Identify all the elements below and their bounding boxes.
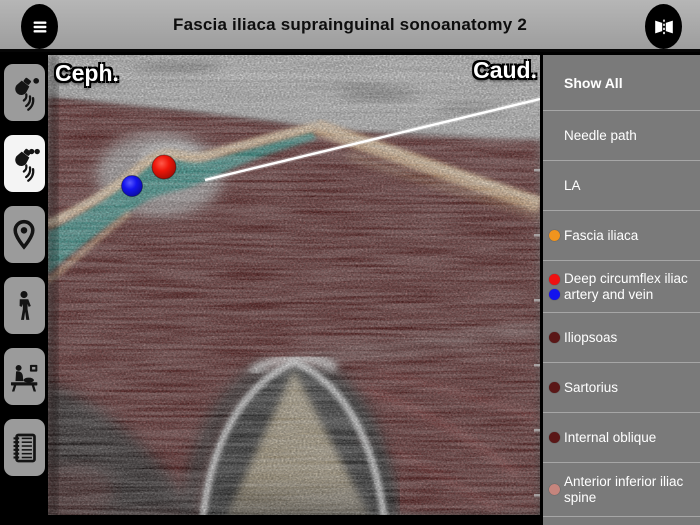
layer-color-dot bbox=[549, 273, 560, 285]
layer-dots bbox=[549, 230, 564, 241]
layer-color-dot bbox=[549, 382, 560, 393]
ultrasound-image: Ceph. Caud. bbox=[48, 55, 540, 525]
menu-item-internal-oblique[interactable]: Internal oblique bbox=[543, 412, 700, 462]
patient-exam-scene-icon bbox=[10, 364, 38, 391]
flip-image-button[interactable] bbox=[645, 4, 682, 49]
menu-item-label: LA bbox=[564, 177, 581, 193]
toolbar-probe-view-2-button[interactable] bbox=[3, 135, 45, 192]
flip-horizontal-icon bbox=[654, 19, 673, 34]
layer-dots bbox=[549, 332, 564, 343]
toolbar-notes-button[interactable] bbox=[3, 419, 45, 476]
toolbar-probe-view-1-button[interactable] bbox=[3, 64, 45, 121]
menu-item-sartorius[interactable]: Sartorius bbox=[543, 362, 700, 412]
menu-item-iliopsoas[interactable]: Iliopsoas bbox=[543, 312, 700, 362]
notebook-icon bbox=[13, 433, 36, 462]
left-toolbar bbox=[0, 55, 48, 525]
menu-item-label: Sartorius bbox=[564, 379, 619, 395]
menu-item-label: Fascia iliaca bbox=[564, 227, 639, 243]
ultrasound-probe-two-dots-icon bbox=[15, 148, 40, 182]
menu-item-la[interactable]: LA bbox=[543, 160, 700, 210]
layer-dots bbox=[549, 382, 564, 393]
human-body-icon bbox=[19, 290, 31, 320]
ultrasound-canvas bbox=[48, 55, 540, 515]
menu-item-label: Show All bbox=[564, 74, 623, 91]
layer-dots bbox=[549, 273, 564, 300]
hamburger-menu-icon bbox=[33, 21, 46, 32]
layer-color-dot bbox=[549, 484, 560, 495]
cephalad-label: Ceph. bbox=[55, 60, 119, 86]
menu-item-label: Needle path bbox=[564, 127, 637, 143]
menu-item-label: Anterior inferior iliac spine bbox=[564, 473, 684, 505]
app-window: Fascia iliaca suprainguinal sonoanatomy … bbox=[0, 0, 700, 525]
artery-dot bbox=[151, 154, 177, 180]
menu-item-label: Iliopsoas bbox=[564, 329, 618, 345]
layers-menu: Show All Needle path LA Fascia iliaca De… bbox=[540, 55, 700, 525]
header-bar: Fascia iliaca suprainguinal sonoanatomy … bbox=[0, 0, 700, 52]
layer-color-dot bbox=[549, 432, 560, 443]
toolbar-anatomy-button[interactable] bbox=[3, 277, 45, 334]
caudad-label: Caud. bbox=[473, 57, 537, 83]
toolbar-probe-position-button[interactable] bbox=[3, 206, 45, 263]
layer-dots bbox=[549, 432, 564, 443]
toolbar-scanning-setup-button[interactable] bbox=[3, 348, 45, 405]
layer-color-dot bbox=[549, 288, 560, 300]
menu-item-anterior-inferior-iliac-spine[interactable]: Anterior inferior iliac spine bbox=[543, 462, 700, 516]
layer-color-dot bbox=[549, 230, 560, 241]
layer-color-dot bbox=[549, 332, 560, 343]
menu-item-partial bbox=[543, 516, 700, 525]
menu-item-label: Deep circumflex iliac artery and vein bbox=[564, 270, 688, 302]
ultrasound-probe-one-dot-icon bbox=[15, 77, 40, 111]
menu-button[interactable] bbox=[21, 4, 58, 49]
vein-dot bbox=[121, 175, 143, 197]
location-pin-icon bbox=[13, 219, 35, 250]
page-title: Fascia iliaca suprainguinal sonoanatomy … bbox=[173, 14, 527, 34]
menu-item-deep-circumflex-iliac-artery-and-vein[interactable]: Deep circumflex iliac artery and vein bbox=[543, 260, 700, 312]
layer-dots bbox=[549, 484, 564, 495]
menu-item-show-all[interactable]: Show All bbox=[543, 55, 700, 110]
menu-item-needle-path[interactable]: Needle path bbox=[543, 110, 700, 160]
menu-item-fascia-iliaca[interactable]: Fascia iliaca bbox=[543, 210, 700, 260]
menu-item-label: Internal oblique bbox=[564, 429, 657, 445]
